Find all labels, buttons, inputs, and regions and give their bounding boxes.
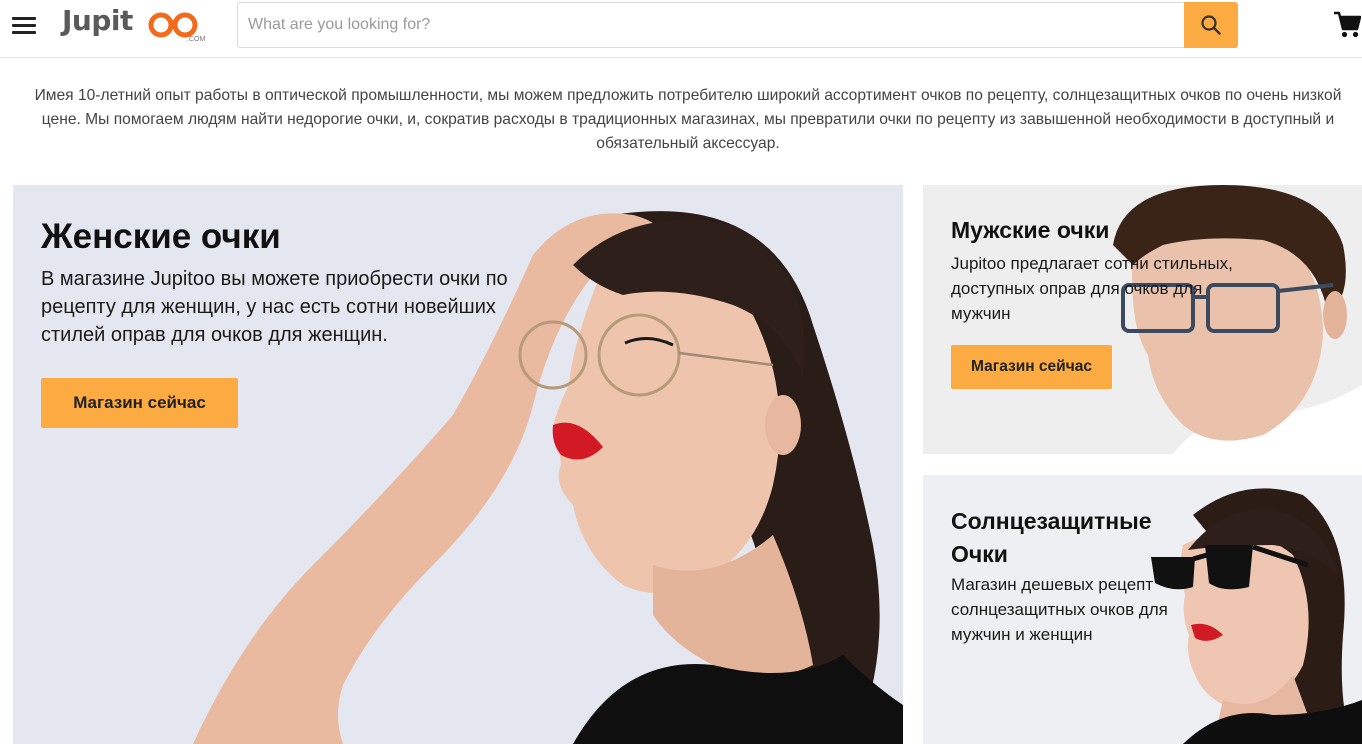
intro-paragraph: Имея 10-летний опыт работы в оптической … bbox=[34, 87, 1342, 152]
hamburger-line bbox=[12, 31, 36, 34]
logo-domain-suffix: .COM bbox=[187, 36, 206, 43]
men-glasses-banner[interactable]: Мужские очки Jupitoo предлагает сотни ст… bbox=[923, 185, 1362, 454]
sunglasses-banner-title: Солнцезащитные Очки bbox=[951, 508, 1152, 567]
hamburger-line bbox=[12, 24, 36, 27]
logo-wordmark: Jupit bbox=[62, 4, 133, 37]
women-banner-description: В магазине Jupitoo вы можете приобрести … bbox=[41, 268, 508, 346]
search-icon bbox=[1201, 15, 1221, 35]
cart-icon[interactable] bbox=[1333, 9, 1361, 39]
site-header: Jupit .COM bbox=[0, 0, 1362, 58]
men-banner-title: Мужские очки bbox=[951, 217, 1110, 243]
logo-oo-mark bbox=[148, 12, 198, 38]
hamburger-line bbox=[12, 17, 36, 20]
search-input[interactable] bbox=[238, 3, 1186, 47]
hamburger-icon[interactable] bbox=[12, 15, 36, 35]
site-logo[interactable]: Jupit .COM bbox=[62, 4, 222, 48]
men-banner-description: Jupitoo предлагает сотни стильных, досту… bbox=[951, 254, 1233, 323]
women-banner-title: Женские очки bbox=[41, 217, 281, 256]
women-glasses-banner[interactable]: Женские очки В магазине Jupitoo вы может… bbox=[13, 185, 903, 744]
women-shop-now-button[interactable]: Магазин сейчас bbox=[41, 378, 238, 428]
men-shop-now-button[interactable]: Магазин сейчас bbox=[951, 345, 1112, 389]
search-button[interactable] bbox=[1184, 2, 1238, 48]
sunglasses-banner-description: Магазин дешевых рецепт солнцезащитных оч… bbox=[951, 575, 1168, 644]
sunglasses-banner[interactable]: Солнцезащитные Очки Магазин дешевых реце… bbox=[923, 475, 1362, 744]
search-bar bbox=[237, 2, 1238, 48]
